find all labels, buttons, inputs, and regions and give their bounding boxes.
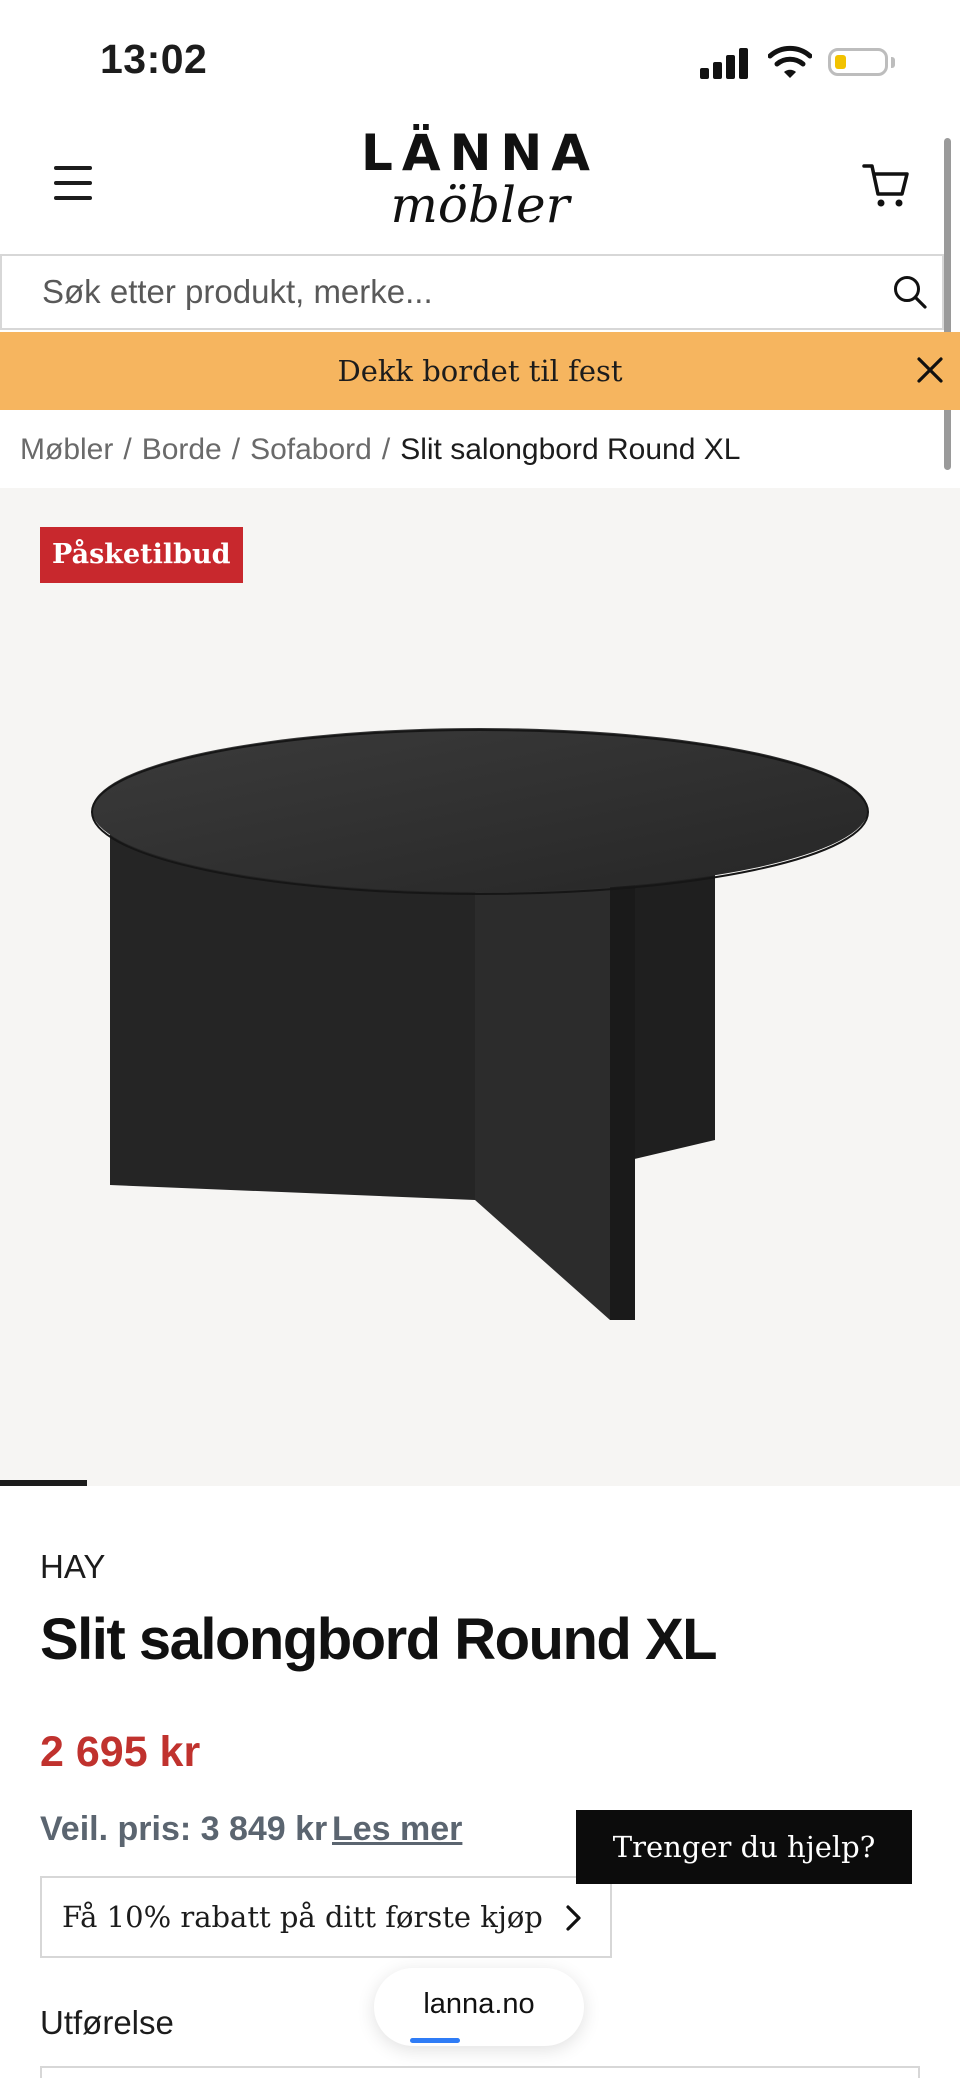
variant-select[interactable] xyxy=(40,2066,920,2078)
status-time: 13:02 xyxy=(100,36,208,82)
breadcrumb-separator: / xyxy=(123,433,132,466)
product-image[interactable] xyxy=(90,720,870,1330)
battery-icon xyxy=(828,48,888,76)
search-input[interactable] xyxy=(42,256,862,328)
page-scrollbar[interactable] xyxy=(944,138,951,470)
product-brand[interactable]: HAY xyxy=(40,1548,105,1586)
sale-badge: Påsketilbud xyxy=(40,527,243,583)
discount-offer-text: Få 10% rabatt på ditt første kjøp xyxy=(62,1900,543,1934)
breadcrumb-link-sofabord[interactable]: Sofabord xyxy=(250,433,372,466)
promo-banner[interactable]: Dekk bordet til fest xyxy=(0,332,960,410)
wifi-icon xyxy=(768,45,812,78)
breadcrumb: Møbler / Borde / Sofabord / Slit salongbord Ro… xyxy=(20,428,740,472)
browser-url: lanna.no xyxy=(423,1988,535,2020)
browser-address-bar[interactable]: lanna.no xyxy=(374,1968,584,2046)
product-price: 2 695 kr xyxy=(40,1728,201,1776)
promo-banner-text[interactable]: Dekk bordet til fest xyxy=(0,332,960,410)
hamburger-menu-icon[interactable] xyxy=(54,166,92,200)
variant-label: Utførelse xyxy=(40,2004,174,2041)
recommended-price: Veil. pris: 3 849 kr xyxy=(40,1810,328,1848)
gallery-progress-indicator xyxy=(0,1480,87,1486)
shopping-cart-icon[interactable] xyxy=(862,160,910,210)
breadcrumb-link-borde[interactable]: Borde xyxy=(142,433,222,466)
close-icon[interactable] xyxy=(916,356,944,384)
product-title: Slit salongbord Round XL xyxy=(40,1607,718,1672)
breadcrumb-separator: / xyxy=(381,433,391,466)
read-more-link[interactable]: Les mer xyxy=(332,1810,462,1849)
breadcrumb-current: Slit salongbord Round XL xyxy=(400,433,741,466)
page-load-progress xyxy=(410,2038,460,2043)
chevron-right-icon xyxy=(566,1905,581,1931)
search-icon[interactable] xyxy=(892,274,928,310)
logo-subtitle[interactable]: möbler xyxy=(300,180,660,230)
breadcrumb-separator: / xyxy=(231,433,241,466)
cellular-signal-icon xyxy=(700,45,750,79)
breadcrumb-link-mobler[interactable]: Møbler xyxy=(20,433,113,466)
logo-wordmark[interactable]: LÄNNA xyxy=(300,128,660,178)
first-purchase-discount[interactable]: Få 10% rabatt på ditt første kjøp xyxy=(40,1876,612,1958)
battery-tip xyxy=(891,57,895,68)
help-chat-button[interactable]: Trenger du hjelp? xyxy=(576,1810,912,1884)
search-bar xyxy=(0,254,944,330)
